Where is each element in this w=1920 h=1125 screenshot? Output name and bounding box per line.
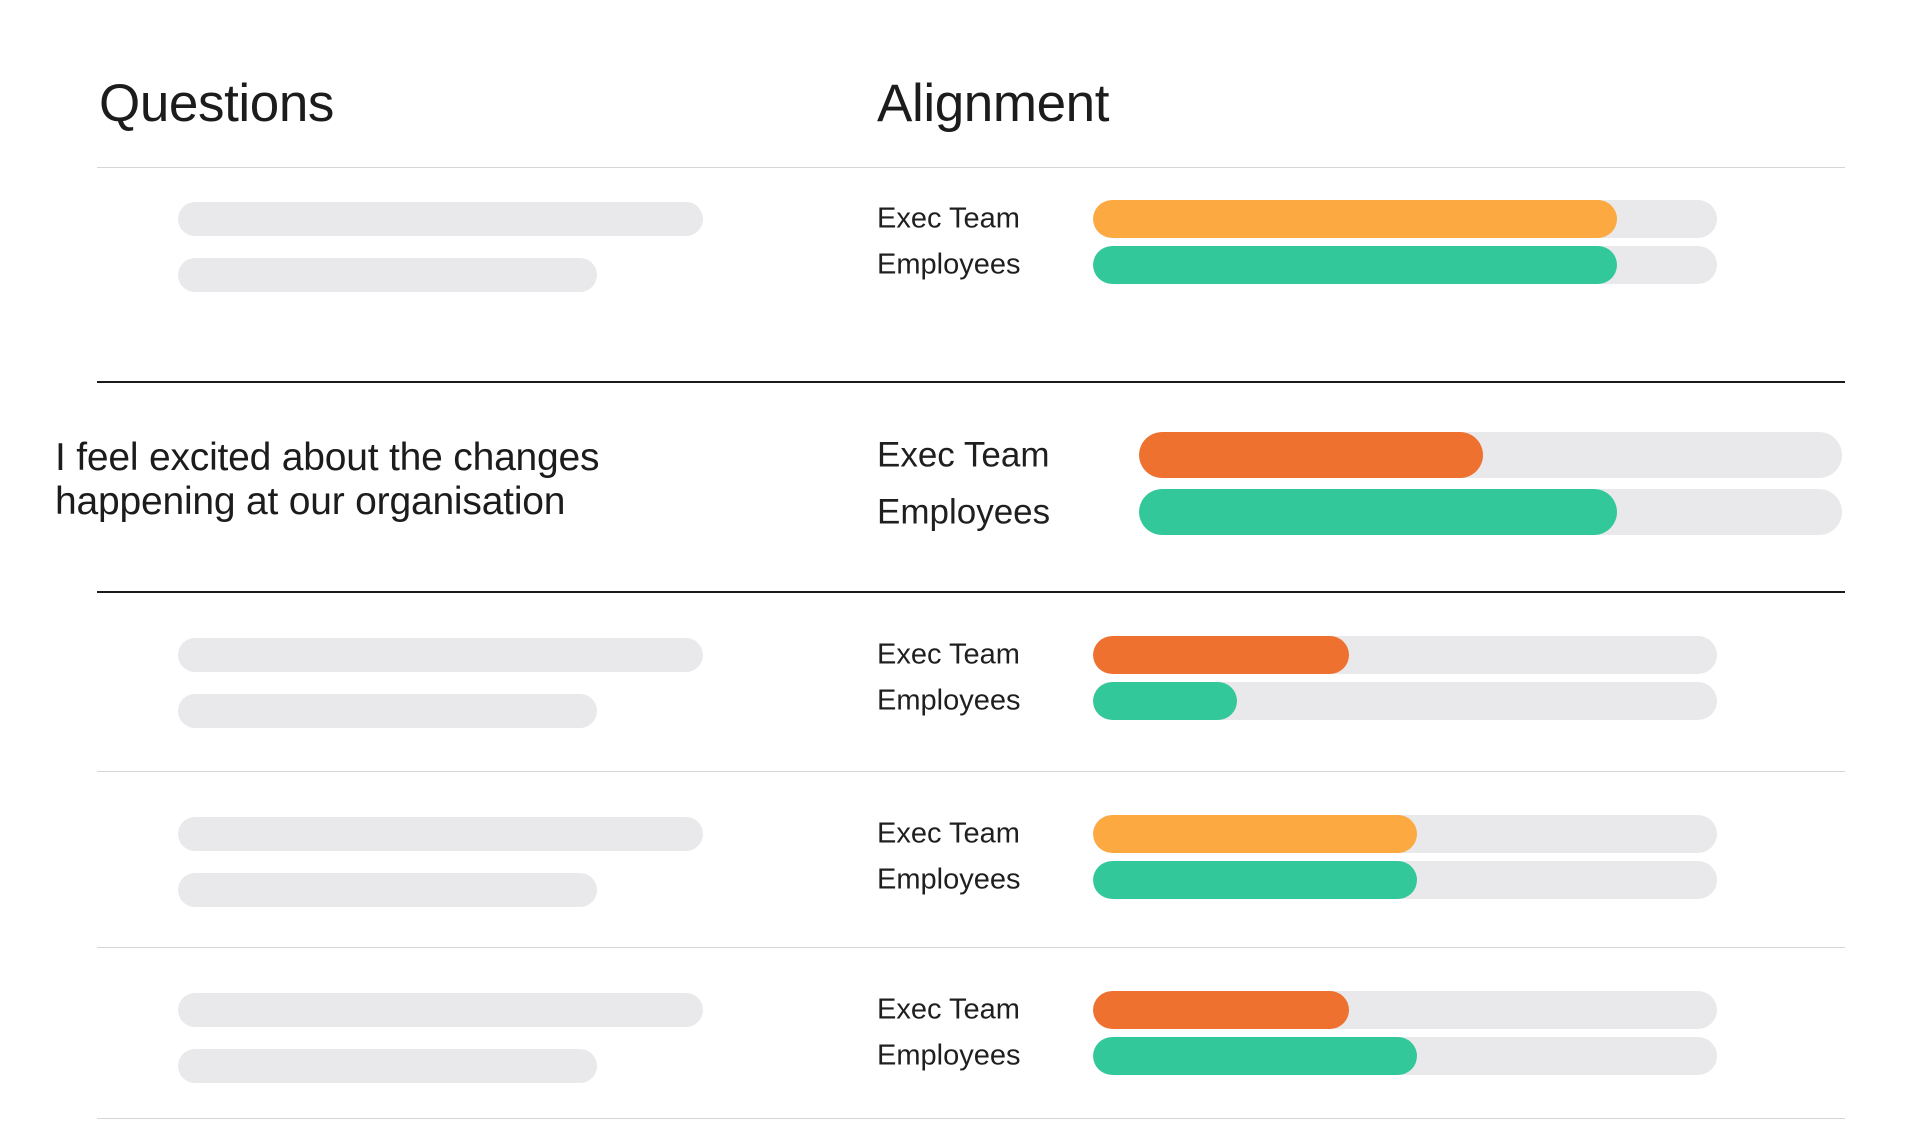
question-cell [178, 202, 703, 292]
bar-label-exec: Exec Team [877, 202, 1020, 235]
bar-fill-employees [1093, 682, 1237, 720]
bar-label-employees: Employees [877, 684, 1021, 717]
question-placeholder-line [178, 694, 597, 728]
question-placeholder-line [178, 638, 703, 672]
question-cell [178, 817, 703, 907]
bar-fill-employees [1093, 1037, 1418, 1075]
bar-track [1093, 861, 1717, 899]
bar-fill-exec [1093, 200, 1618, 238]
bar-track [1093, 815, 1717, 853]
bar-fill-employees [1093, 861, 1418, 899]
question-placeholder-line [178, 817, 703, 851]
bar-fill-employees [1093, 246, 1618, 284]
bar-label-employees: Employees [877, 248, 1021, 281]
column-header-row: Questions Alignment [0, 0, 1920, 190]
bar-fill-employees [1139, 489, 1618, 535]
bar-track [1093, 246, 1717, 284]
table-row[interactable]: Exec Team Employees [0, 593, 1920, 769]
bar-track [1139, 432, 1842, 478]
table-row[interactable]: Exec Team Employees [0, 948, 1920, 1118]
bar-label-exec: Exec Team [877, 993, 1020, 1026]
bar-fill-exec [1093, 815, 1418, 853]
bar-track [1093, 636, 1717, 674]
bar-track [1093, 200, 1717, 238]
header-divider [97, 167, 1845, 168]
question-text: I feel excited about the changes happeni… [55, 436, 600, 523]
question-placeholder-line [178, 202, 703, 236]
question-cell [178, 993, 703, 1083]
bar-label-employees: Employees [877, 863, 1021, 896]
bar-label-employees: Employees [877, 1039, 1021, 1072]
table-row[interactable]: Exec Team Employees [0, 194, 1920, 310]
alignment-report-page: Questions Alignment Exec Team Employees [0, 0, 1920, 1125]
bar-label-employees: Employees [877, 492, 1051, 532]
question-placeholder-line [178, 1049, 597, 1083]
bar-fill-exec [1139, 432, 1484, 478]
alignment-column-header: Alignment [877, 74, 1110, 133]
table-row[interactable]: Exec Team Employees [0, 772, 1920, 947]
bar-track [1139, 489, 1842, 535]
table-row-highlighted[interactable]: I feel excited about the changes happeni… [0, 383, 1920, 591]
bar-track [1093, 682, 1717, 720]
bar-label-exec: Exec Team [877, 817, 1020, 850]
question-placeholder-line [178, 993, 703, 1027]
bar-track [1093, 1037, 1717, 1075]
question-placeholder-line [178, 873, 597, 907]
bar-fill-exec [1093, 636, 1349, 674]
question-cell [178, 638, 703, 728]
bottom-divider [97, 1118, 1845, 1119]
questions-column-header: Questions [99, 74, 335, 133]
bar-fill-exec [1093, 991, 1349, 1029]
bar-label-exec: Exec Team [877, 435, 1050, 475]
bar-label-exec: Exec Team [877, 638, 1020, 671]
question-placeholder-line [178, 258, 597, 292]
bar-track [1093, 991, 1717, 1029]
